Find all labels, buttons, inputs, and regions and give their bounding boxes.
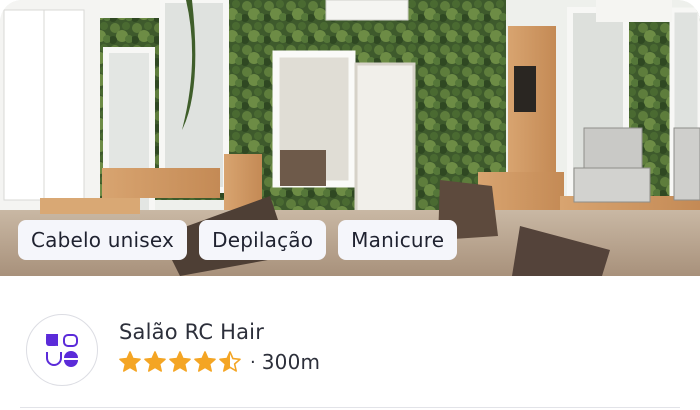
separator-dot: · [250,351,256,373]
tag-manicure[interactable]: Manicure [338,220,458,260]
business-name[interactable]: Salão RC Hair [119,320,264,344]
shapes-logo-icon [46,334,78,367]
star-half-icon [219,351,241,372]
tag-depilacao[interactable]: Depilação [199,220,327,260]
service-tags: Cabelo unisex Depilação Manicure [18,220,458,260]
bottom-divider [20,407,680,408]
star-full-icon [144,351,166,372]
salon-listing-card[interactable]: Cabelo unisex Depilação Manicure Salão R… [0,0,700,410]
star-full-icon [169,351,191,372]
salon-photo: Cabelo unisex Depilação Manicure [0,0,700,276]
tag-cabelo-unisex[interactable]: Cabelo unisex [18,220,188,260]
star-full-icon [119,351,141,372]
business-logo[interactable] [26,314,98,386]
rating-row: · 300m [118,349,320,375]
star-rating [118,350,242,374]
star-full-icon [194,351,216,372]
distance-label: 300m [261,350,321,374]
